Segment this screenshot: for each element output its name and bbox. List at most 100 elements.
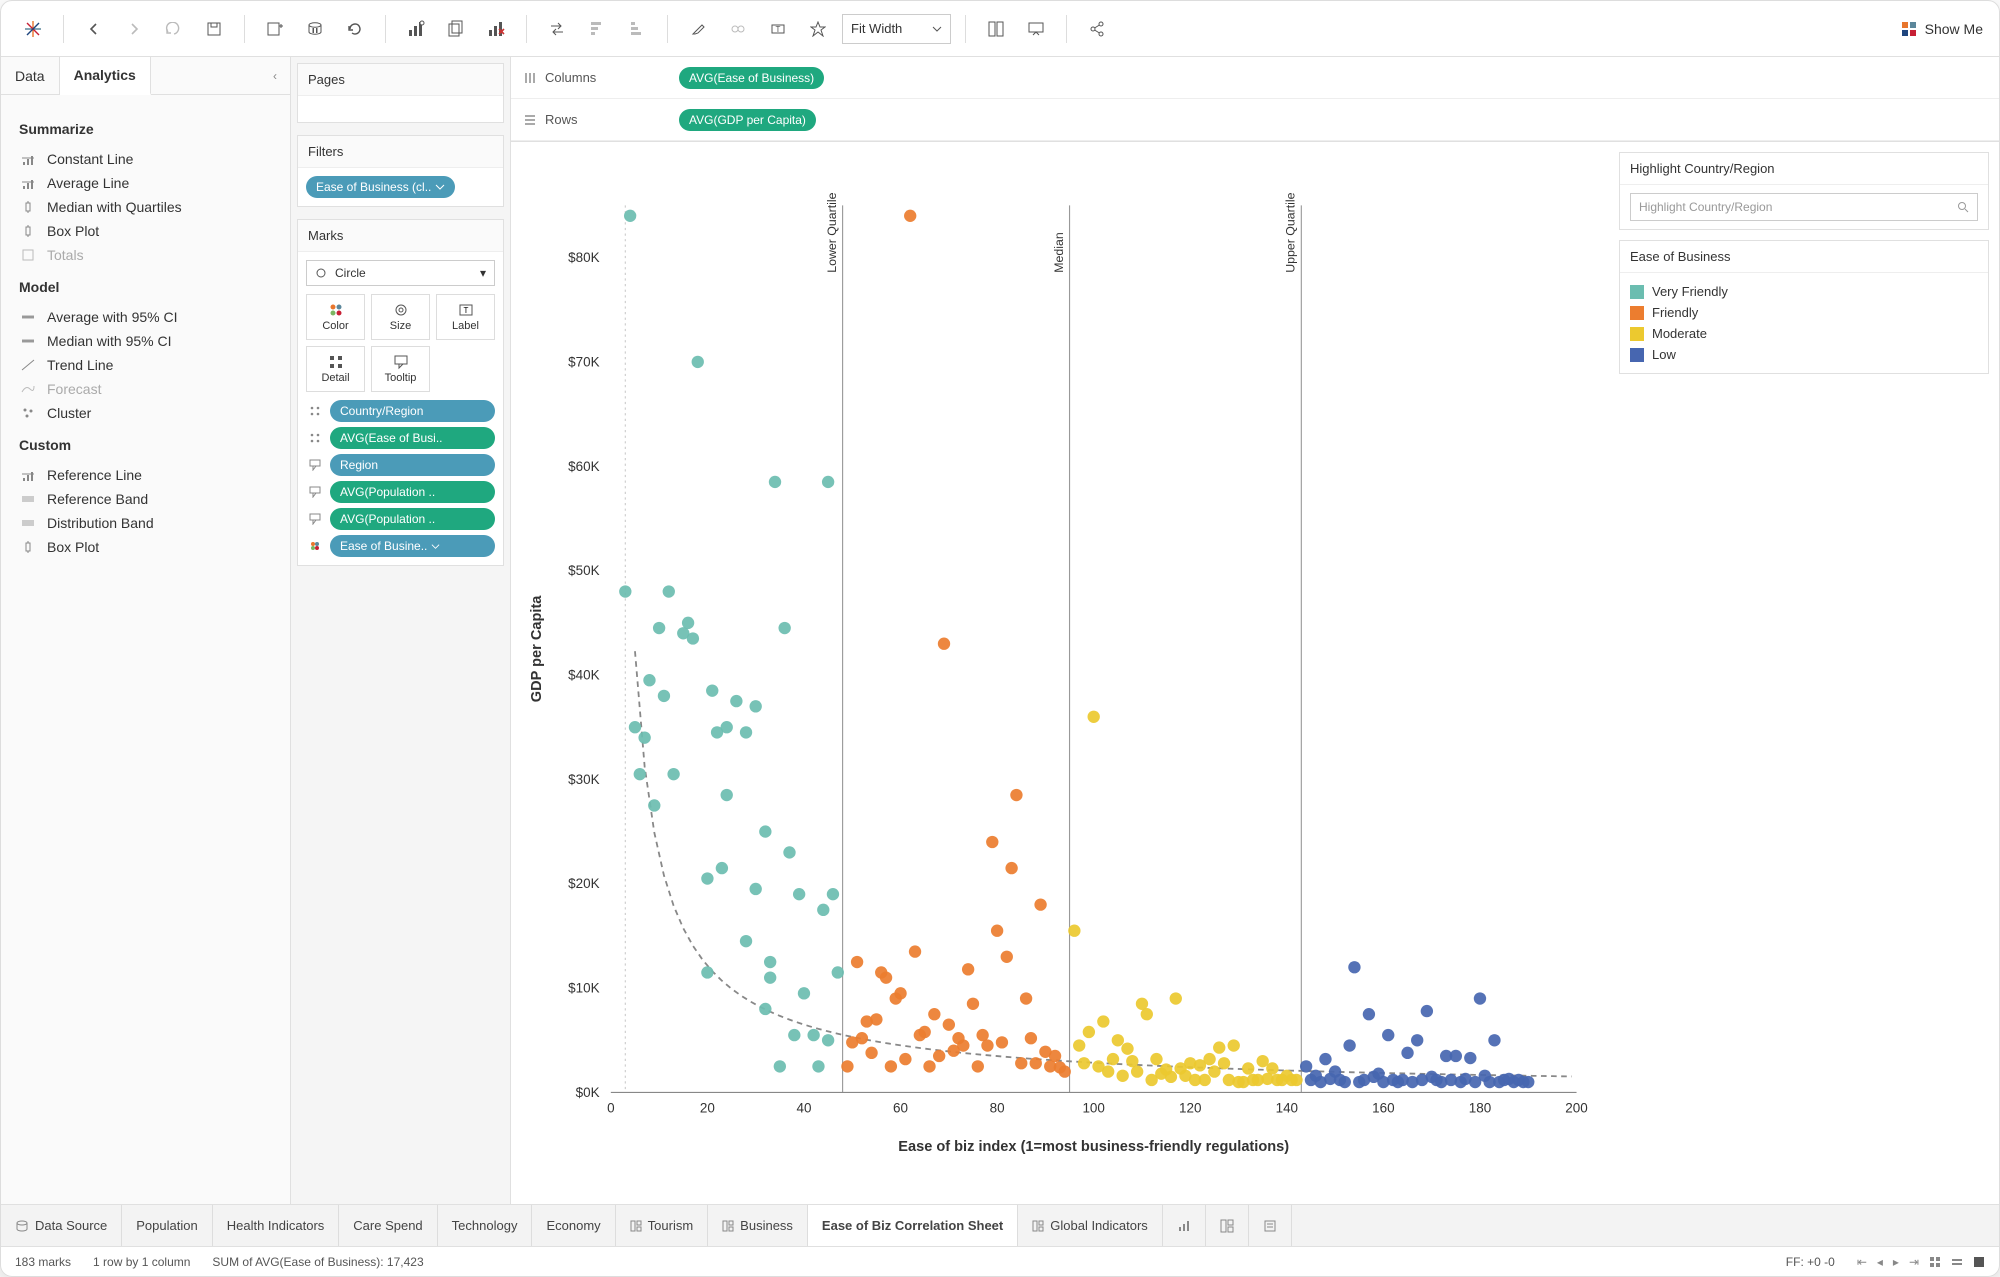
sheet-tab[interactable]: Population xyxy=(122,1205,212,1246)
pause-data-icon[interactable] xyxy=(299,13,331,45)
analytics-item[interactable]: Reference Band xyxy=(19,487,272,511)
scatter-plot[interactable]: Lower QuartileMedianUpper Quartile020406… xyxy=(521,160,1599,1194)
right-panels: Highlight Country/Region Highlight Count… xyxy=(1609,142,1999,1204)
show-me-button[interactable]: Show Me xyxy=(1901,21,1983,37)
nav-first-icon[interactable]: ⇤ xyxy=(1857,1255,1867,1269)
mark-pill[interactable]: AVG(Ease of Busi.. xyxy=(330,427,495,449)
sheet-tab[interactable]: Technology xyxy=(438,1205,533,1246)
tableau-logo-icon[interactable] xyxy=(17,13,49,45)
new-worksheet-icon[interactable] xyxy=(400,13,432,45)
back-icon[interactable] xyxy=(78,13,110,45)
legend-item[interactable]: Low xyxy=(1630,344,1978,365)
marks-tooltip[interactable]: Tooltip xyxy=(371,346,430,392)
nav-prev-icon[interactable]: ◂ xyxy=(1877,1255,1883,1269)
presentation-icon[interactable] xyxy=(1020,13,1052,45)
rows-pill[interactable]: AVG(GDP per Capita) xyxy=(679,109,816,131)
analytics-item[interactable]: Constant Line xyxy=(19,147,272,171)
highlight-input[interactable]: Highlight Country/Region xyxy=(1630,193,1978,221)
mark-pill[interactable]: Ease of Busine.. xyxy=(330,535,495,557)
label-icon[interactable]: T xyxy=(762,13,794,45)
duplicate-sheet-icon[interactable] xyxy=(440,13,472,45)
legend-item[interactable]: Very Friendly xyxy=(1630,281,1978,302)
analytics-item[interactable]: Cluster xyxy=(19,401,272,425)
tab-analytics[interactable]: Analytics xyxy=(60,57,151,95)
sort-asc-icon[interactable] xyxy=(581,13,613,45)
analytics-item[interactable]: Forecast xyxy=(19,377,272,401)
analytics-item[interactable]: Box Plot xyxy=(19,535,272,559)
grid-view-icon[interactable] xyxy=(1929,1256,1941,1268)
mark-pill[interactable]: AVG(Population .. xyxy=(330,481,495,503)
undo-history-icon[interactable] xyxy=(158,13,190,45)
analytics-item[interactable]: Median with Quartiles xyxy=(19,195,272,219)
single-view-icon[interactable] xyxy=(1973,1256,1985,1268)
marks-label[interactable]: TLabel xyxy=(436,294,495,340)
analytics-item-label: Reference Line xyxy=(47,467,142,483)
analytics-item[interactable]: Median with 95% CI xyxy=(19,329,272,353)
sheet-tab[interactable]: Economy xyxy=(532,1205,615,1246)
analytics-item[interactable]: Average Line xyxy=(19,171,272,195)
filter-pill[interactable]: Ease of Business (cl.. xyxy=(306,176,455,198)
mark-pill[interactable]: AVG(Population .. xyxy=(330,508,495,530)
svg-text:140: 140 xyxy=(1276,1101,1298,1116)
analytics-item-label: Cluster xyxy=(47,405,91,421)
sheet-tab[interactable]: Care Spend xyxy=(339,1205,437,1246)
collapse-pane-icon[interactable]: ‹ xyxy=(260,57,290,94)
mark-pill-row: AVG(Population .. xyxy=(306,481,495,503)
columns-pill[interactable]: AVG(Ease of Business) xyxy=(679,67,824,89)
marks-color[interactable]: Color xyxy=(306,294,365,340)
filmstrip-view-icon[interactable] xyxy=(1951,1256,1963,1268)
tooltip-icon xyxy=(306,513,324,525)
sheet-tab[interactable]: Tourism xyxy=(616,1205,709,1246)
sort-desc-icon[interactable] xyxy=(621,13,653,45)
mark-pill-row: Country/Region xyxy=(306,400,495,422)
legend-item[interactable]: Moderate xyxy=(1630,323,1978,344)
marks-size[interactable]: Size xyxy=(371,294,430,340)
analytics-item[interactable]: Distribution Band xyxy=(19,511,272,535)
highlight-icon[interactable] xyxy=(682,13,714,45)
svg-text:$80K: $80K xyxy=(568,250,599,265)
analytics-item[interactable]: Reference Line xyxy=(19,463,272,487)
clear-sheet-icon[interactable] xyxy=(480,13,512,45)
marks-detail[interactable]: Detail xyxy=(306,346,365,392)
svg-text:$30K: $30K xyxy=(568,772,599,787)
sheet-tab[interactable]: Global Indicators xyxy=(1018,1205,1163,1246)
fit-mode-select[interactable]: Fit Width xyxy=(842,14,951,44)
columns-icon xyxy=(523,71,537,85)
columns-shelf[interactable]: Columns AVG(Ease of Business) xyxy=(511,57,1999,99)
share-icon[interactable] xyxy=(1081,13,1113,45)
data-source-tab[interactable]: Data Source xyxy=(1,1205,122,1246)
status-ff: FF: +0 -0 xyxy=(1786,1255,1835,1269)
sheet-tab[interactable]: Health Indicators xyxy=(213,1205,340,1246)
pin-icon[interactable] xyxy=(802,13,834,45)
nav-next-icon[interactable]: ▸ xyxy=(1893,1255,1899,1269)
new-datasource-icon[interactable] xyxy=(259,13,291,45)
nav-last-icon[interactable]: ⇥ xyxy=(1909,1255,1919,1269)
svg-text:80: 80 xyxy=(990,1101,1005,1116)
swap-icon[interactable] xyxy=(541,13,573,45)
save-icon[interactable] xyxy=(198,13,230,45)
forward-icon[interactable] xyxy=(118,13,150,45)
analytics-item[interactable]: Average with 95% CI xyxy=(19,305,272,329)
rows-shelf[interactable]: Rows AVG(GDP per Capita) xyxy=(511,99,1999,141)
new-sheet-button[interactable] xyxy=(1163,1205,1206,1246)
mark-pill[interactable]: Region xyxy=(330,454,495,476)
analytics-item[interactable]: Trend Line xyxy=(19,353,272,377)
analytics-item[interactable]: Box Plot xyxy=(19,219,272,243)
new-dashboard-button[interactable] xyxy=(1206,1205,1249,1246)
analytics-item-label: Median with Quartiles xyxy=(47,199,182,215)
analytics-item-icon xyxy=(19,334,37,348)
group-icon[interactable] xyxy=(722,13,754,45)
plot-area[interactable]: Lower QuartileMedianUpper Quartile020406… xyxy=(511,142,1609,1204)
mark-type-select[interactable]: Circle ▾ xyxy=(306,260,495,286)
refresh-icon[interactable] xyxy=(339,13,371,45)
tab-data[interactable]: Data xyxy=(1,57,60,94)
analytics-item-icon xyxy=(19,468,37,482)
legend-item[interactable]: Friendly xyxy=(1630,302,1978,323)
analytics-item[interactable]: Totals xyxy=(19,243,272,267)
new-story-button[interactable] xyxy=(1249,1205,1292,1246)
sheet-tab[interactable]: Ease of Biz Correlation Sheet xyxy=(808,1205,1018,1246)
svg-text:Lower Quartile: Lower Quartile xyxy=(825,192,839,272)
mark-pill[interactable]: Country/Region xyxy=(330,400,495,422)
sheet-tab[interactable]: Business xyxy=(708,1205,808,1246)
show-cards-icon[interactable] xyxy=(980,13,1012,45)
